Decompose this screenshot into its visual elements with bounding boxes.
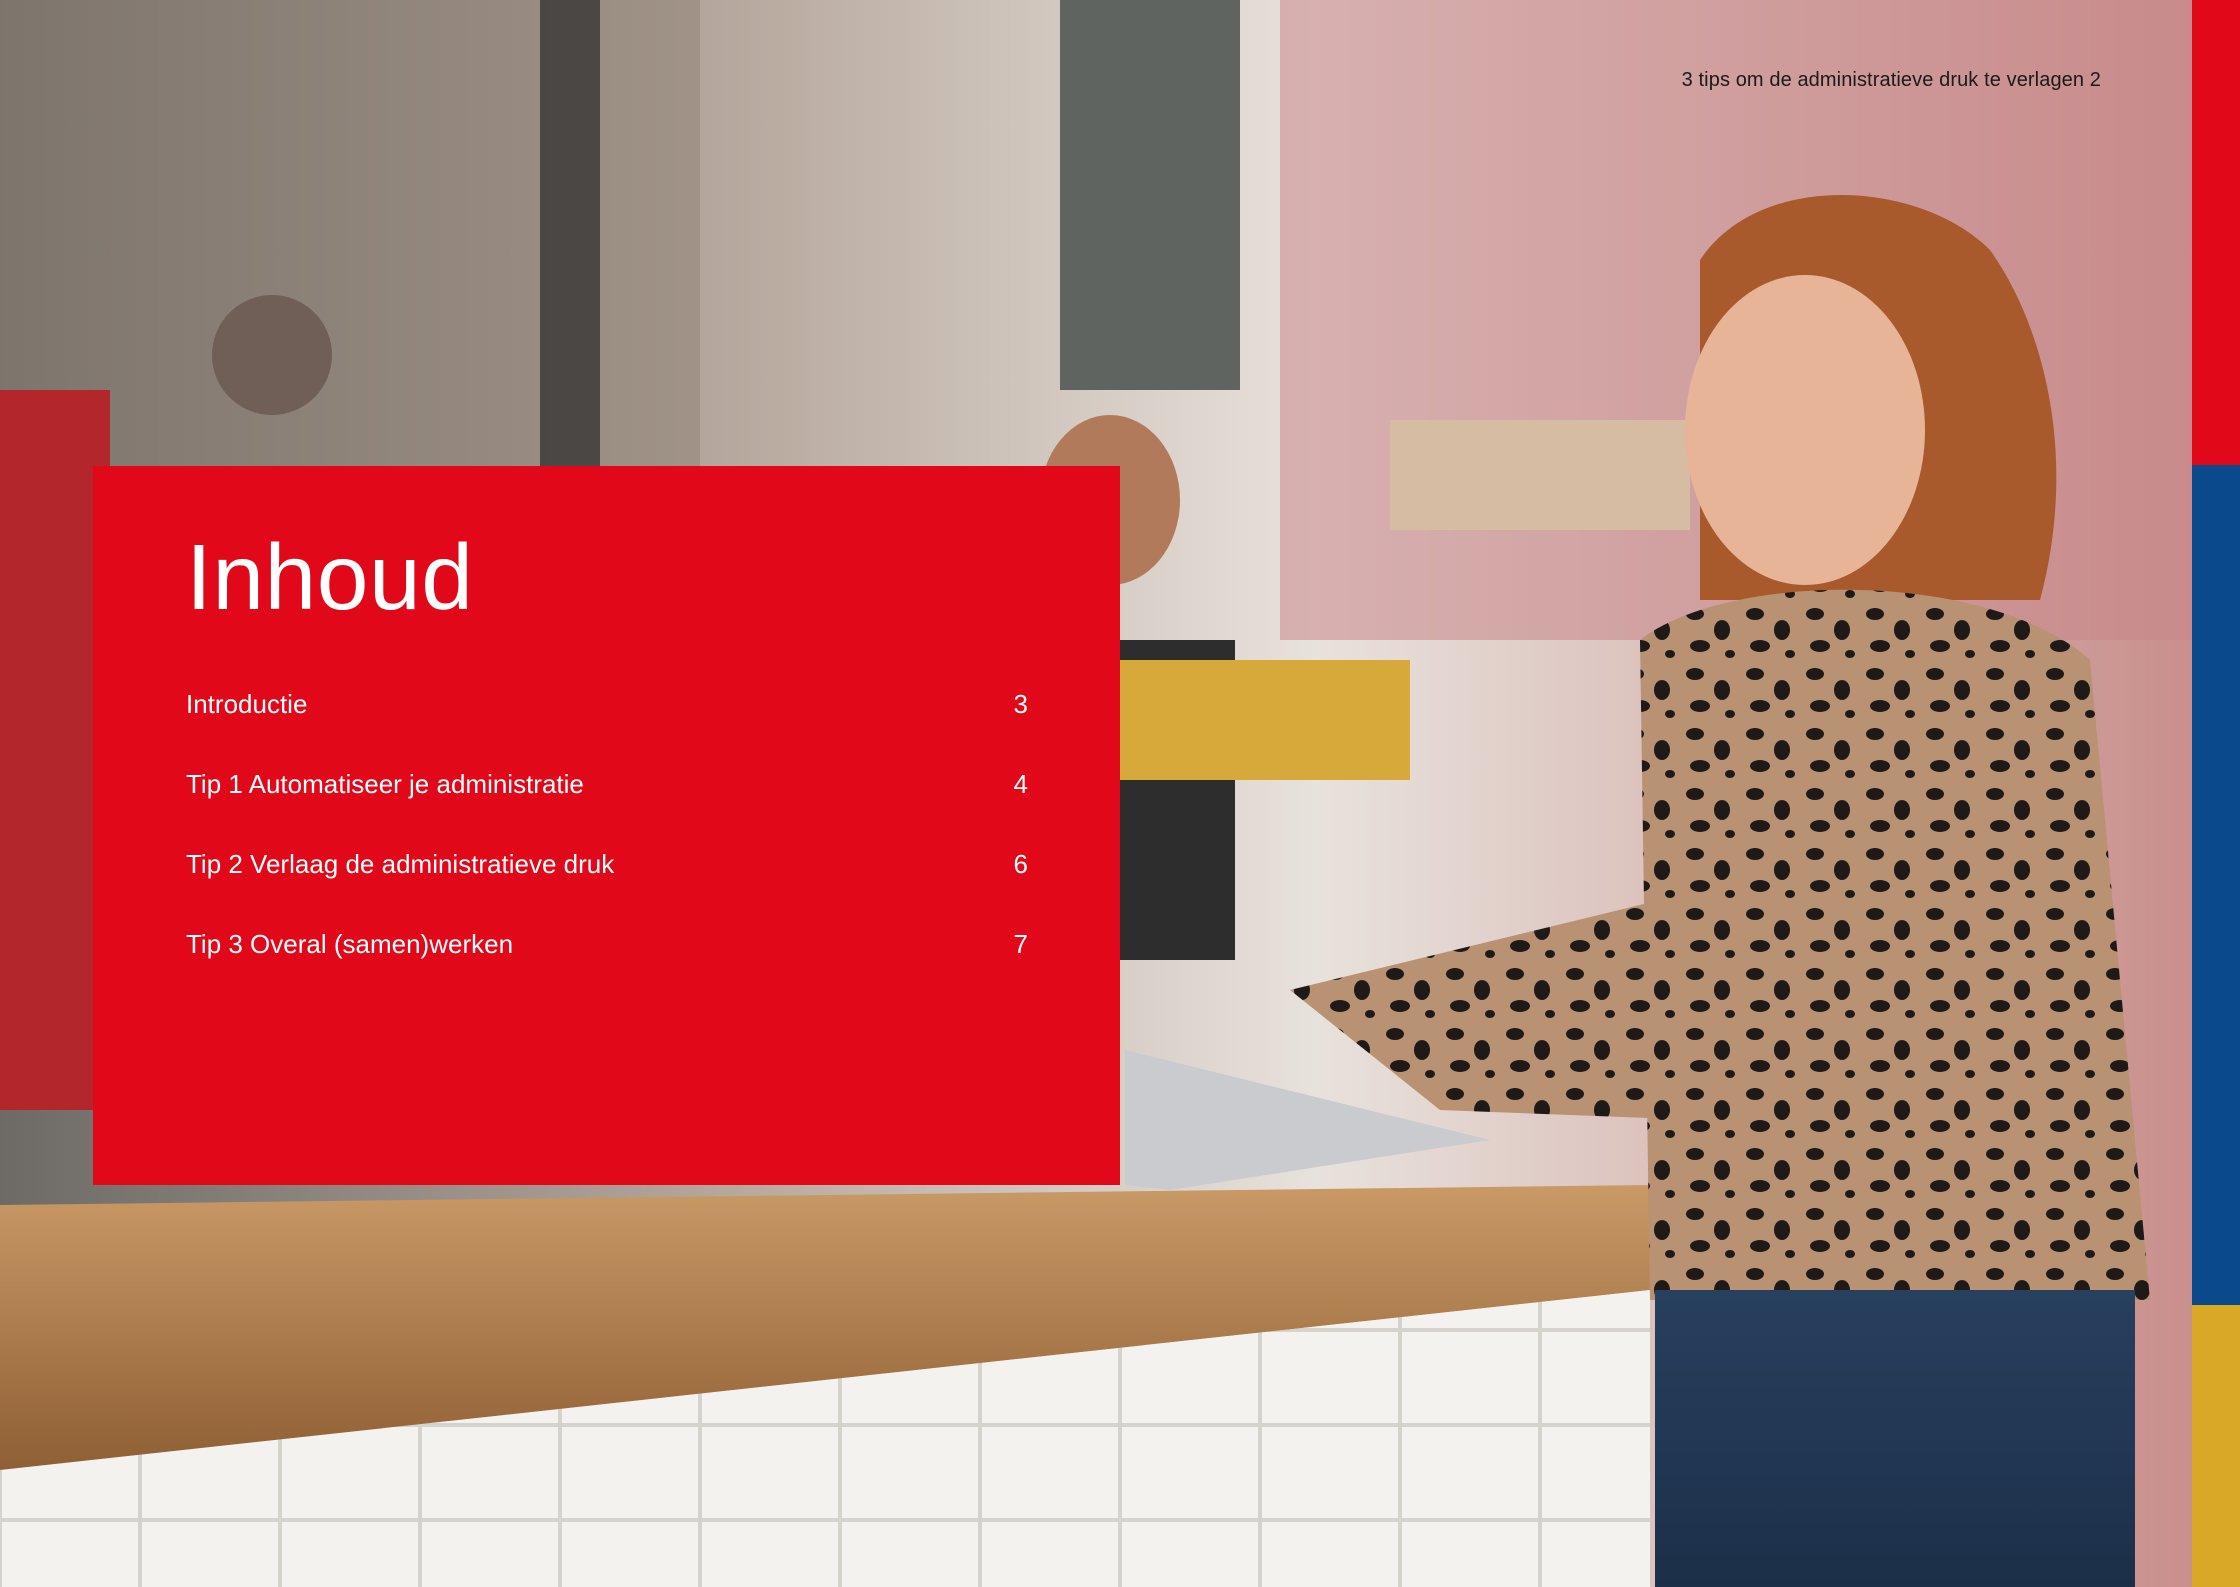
toc-item-tip-2[interactable]: Tip 2 Verlaag de administratieve druk 6 <box>186 824 1028 904</box>
toc-item-introductie[interactable]: Introductie 3 <box>186 664 1028 744</box>
color-stripes <box>2192 0 2240 1587</box>
toc-item-tip-3[interactable]: Tip 3 Overal (samen)werken 7 <box>186 904 1028 984</box>
toc-item-page: 4 <box>1013 768 1028 799</box>
toc-item-label: Tip 2 Verlaag de administratieve druk <box>186 848 615 879</box>
toc-item-page: 6 <box>1013 848 1028 879</box>
stripe-blue <box>2192 465 2240 1305</box>
stripe-red <box>2192 0 2240 465</box>
toc-item-label: Tip 3 Overal (samen)werken <box>186 928 514 959</box>
toc-item-label: Tip 1 Automatiseer je administratie <box>186 768 584 799</box>
toc-panel: Inhoud Introductie 3 Tip 1 Automatiseer … <box>93 466 1120 1185</box>
toc-list: Introductie 3 Tip 1 Automatiseer je admi… <box>186 664 1028 984</box>
stripe-yellow <box>2192 1305 2240 1587</box>
toc-item-page: 7 <box>1013 928 1028 959</box>
toc-item-tip-1[interactable]: Tip 1 Automatiseer je administratie 4 <box>186 744 1028 824</box>
toc-title: Inhoud <box>186 525 474 629</box>
toc-item-page: 3 <box>1013 688 1028 719</box>
toc-item-label: Introductie <box>186 688 308 719</box>
running-header: 3 tips om de administratieve druk te ver… <box>1681 69 2101 91</box>
